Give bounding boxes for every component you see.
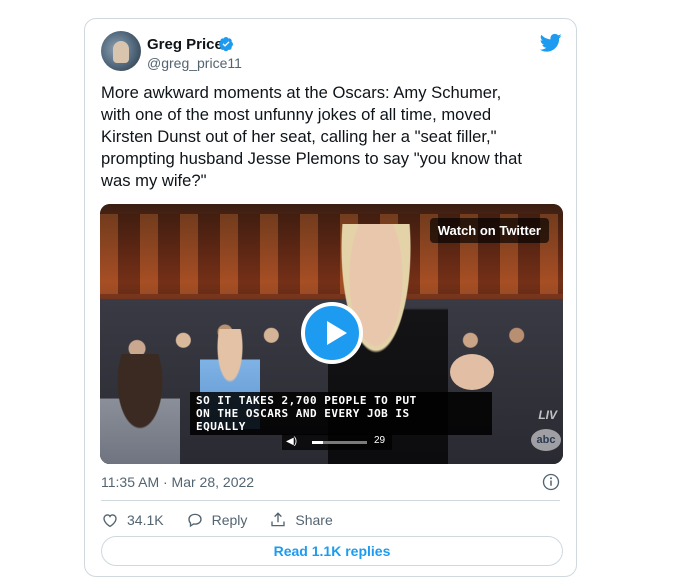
tweet-actions: 34.1K Reply Share <box>101 510 355 530</box>
progress-fill <box>312 441 323 444</box>
like-button[interactable]: 34.1K <box>101 511 164 529</box>
progress-bar[interactable] <box>312 441 367 444</box>
divider <box>101 500 560 501</box>
tweet-timestamp[interactable]: 11:35 AM · Mar 28, 2022 <box>101 474 254 490</box>
audience-member <box>100 354 180 464</box>
tweet-text: More awkward moments at the Oscars: Amy … <box>101 83 522 190</box>
network-logo: abc <box>531 429 561 451</box>
player-controls: ◀) 29 <box>282 434 392 450</box>
watch-on-twitter-button[interactable]: Watch on Twitter <box>429 218 549 243</box>
volume-icon[interactable]: ◀) <box>286 436 297 447</box>
share-button[interactable]: Share <box>269 511 333 529</box>
reply-button[interactable]: Reply <box>186 511 248 529</box>
share-label: Share <box>295 512 333 528</box>
reply-label: Reply <box>211 512 248 528</box>
verified-badge-icon <box>219 37 233 52</box>
read-replies-button[interactable]: Read 1.1K replies <box>101 536 563 566</box>
caption-line: ON THE OSCARS AND EVERY JOB IS <box>196 407 410 420</box>
heart-icon <box>103 514 117 528</box>
video-player[interactable]: Watch on Twitter SO IT TAKES 2,700 PEOPL… <box>100 204 563 464</box>
speaker-hand <box>450 354 494 390</box>
tweet-card[interactable]: Greg Price @greg_price11 More awkward mo… <box>84 18 577 577</box>
video-counter: 29 <box>374 435 386 446</box>
reply-icon <box>187 513 202 528</box>
caption-line: SO IT TAKES 2,700 PEOPLE TO PUT <box>196 394 417 407</box>
live-label: LIV <box>538 408 557 422</box>
author-name[interactable]: Greg Price <box>147 36 223 53</box>
caption-line: EQUALLY <box>196 420 246 433</box>
share-icon <box>271 512 286 527</box>
play-icon[interactable] <box>301 302 363 364</box>
author-handle[interactable]: @greg_price11 <box>147 55 242 71</box>
closed-caption: SO IT TAKES 2,700 PEOPLE TO PUT ON THE O… <box>190 392 492 435</box>
info-icon[interactable] <box>542 473 560 491</box>
twitter-bird-icon[interactable] <box>540 33 562 53</box>
avatar[interactable] <box>101 31 141 71</box>
like-count: 34.1K <box>127 512 164 528</box>
